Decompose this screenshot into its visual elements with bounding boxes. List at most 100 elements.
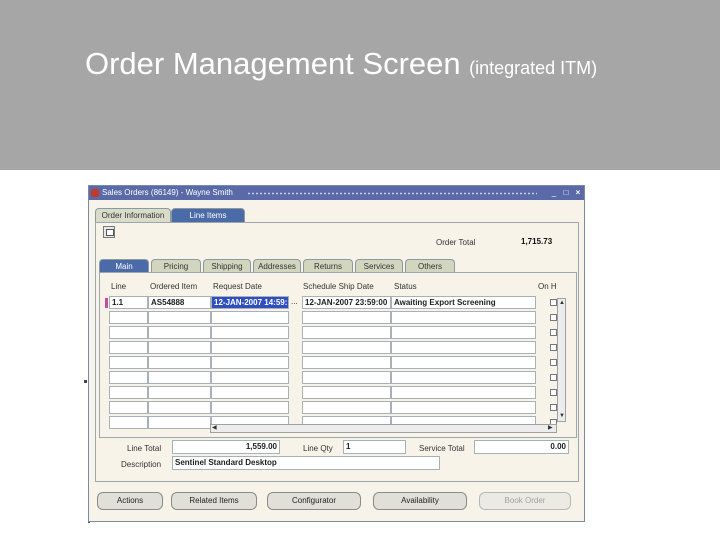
sales-orders-window: Sales Orders (86149) - Wayne Smith _ □ ×… xyxy=(88,185,585,522)
grid-cell-item[interactable] xyxy=(148,356,211,369)
grid-cell-item[interactable] xyxy=(148,401,211,414)
grid-cell-line[interactable] xyxy=(109,341,148,354)
tab-order-information[interactable]: Order Information xyxy=(95,208,171,222)
column-header-status: Status xyxy=(394,282,417,291)
tab-line-items[interactable]: Line Items xyxy=(171,208,245,222)
column-header-schedule-ship-date: Schedule Ship Date xyxy=(303,282,374,291)
grid-cell-item[interactable] xyxy=(148,371,211,384)
close-icon[interactable]: × xyxy=(573,188,583,198)
grid-cell-line[interactable] xyxy=(109,371,148,384)
actions-button[interactable]: Actions xyxy=(97,492,163,510)
slide-title-main: Order Management Screen xyxy=(85,46,461,81)
grid-cell-item[interactable] xyxy=(148,341,211,354)
grid-cell-line[interactable] xyxy=(109,386,148,399)
grid-cell-request-date[interactable] xyxy=(211,356,289,369)
grid-cell-status[interactable] xyxy=(391,311,536,324)
list-of-values-button[interactable]: ... xyxy=(291,297,298,306)
column-header-request-date: Request Date xyxy=(213,282,262,291)
window-title-bar[interactable]: Sales Orders (86149) - Wayne Smith _ □ × xyxy=(89,186,584,200)
grid-cell-item[interactable] xyxy=(148,416,211,429)
tab-returns[interactable]: Returns xyxy=(303,259,353,273)
grid-cell-status[interactable] xyxy=(391,401,536,414)
bullet-mark xyxy=(84,380,87,383)
on-hold-checkbox[interactable] xyxy=(550,389,557,396)
on-hold-checkbox[interactable] xyxy=(550,359,557,366)
tab-pricing[interactable]: Pricing xyxy=(151,259,201,273)
line-qty-label: Line Qty xyxy=(303,444,333,453)
current-row-indicator xyxy=(105,298,108,308)
configurator-button[interactable]: Configurator xyxy=(267,492,361,510)
on-hold-checkbox[interactable] xyxy=(550,329,557,336)
grid-cell-item[interactable] xyxy=(148,386,211,399)
book-order-button[interactable]: Book Order xyxy=(479,492,571,510)
column-header-ordered-item: Ordered Item xyxy=(150,282,198,291)
availability-button[interactable]: Availability xyxy=(373,492,467,510)
title-bar-pattern xyxy=(247,192,537,195)
grid-cell-ship-date[interactable] xyxy=(302,386,391,399)
grid-cell-ship-date[interactable]: 12-JAN-2007 23:59:00 xyxy=(302,296,391,309)
grid-cell-ship-date[interactable] xyxy=(302,326,391,339)
scroll-down-icon[interactable]: ▼ xyxy=(559,413,565,420)
window-title: Sales Orders (86149) - Wayne Smith xyxy=(102,188,233,197)
maximize-icon[interactable]: □ xyxy=(561,188,571,198)
scroll-right-icon[interactable]: ▶ xyxy=(548,425,553,432)
tab-shipping[interactable]: Shipping xyxy=(203,259,251,273)
grid-cell-status[interactable] xyxy=(391,326,536,339)
grid-cell-request-date[interactable] xyxy=(211,341,289,354)
grid-cell-status[interactable] xyxy=(391,371,536,384)
grid-cell-status[interactable] xyxy=(391,386,536,399)
grid-cell-ship-date[interactable] xyxy=(302,401,391,414)
grid-vertical-scrollbar[interactable]: ▲ ▼ xyxy=(557,298,566,422)
grid-cell-item[interactable]: AS54888 xyxy=(148,296,211,309)
on-hold-checkbox[interactable] xyxy=(550,404,557,411)
grid-cell-line[interactable] xyxy=(109,311,148,324)
grid-cell-request-date[interactable] xyxy=(211,401,289,414)
slide-title: Order Management Screen (integrated ITM) xyxy=(85,46,597,82)
grid-cell-ship-date[interactable] xyxy=(302,341,391,354)
column-header-line: Line xyxy=(111,282,127,291)
on-hold-checkbox[interactable] xyxy=(550,374,557,381)
tab-main[interactable]: Main xyxy=(99,259,149,273)
scroll-left-icon[interactable]: ◀ xyxy=(212,425,217,432)
tab-services[interactable]: Services xyxy=(355,259,403,273)
on-hold-checkbox[interactable] xyxy=(550,299,557,306)
oracle-app-icon xyxy=(91,189,99,197)
on-hold-checkbox[interactable] xyxy=(550,314,557,321)
order-total-label: Order Total xyxy=(436,238,476,247)
description-label: Description xyxy=(121,460,162,469)
grid-cell-line[interactable]: 1.1 xyxy=(109,296,148,309)
grid-cell-request-date[interactable] xyxy=(211,311,289,324)
grid-cell-status[interactable]: Awaiting Export Screening xyxy=(391,296,536,309)
service-total-field[interactable]: 0.00 xyxy=(474,440,569,454)
grid-cell-line[interactable] xyxy=(109,416,148,429)
minimize-icon[interactable]: _ xyxy=(549,188,559,198)
grid-horizontal-scrollbar[interactable]: ◀ ▶ xyxy=(210,424,557,433)
grid-cell-item[interactable] xyxy=(148,326,211,339)
grid-cell-request-date[interactable] xyxy=(211,386,289,399)
scroll-up-icon[interactable]: ▲ xyxy=(559,300,565,307)
slide-title-sub: (integrated ITM) xyxy=(469,58,598,78)
slide-banner: Order Management Screen (integrated ITM) xyxy=(0,0,720,170)
grid-cell-ship-date[interactable] xyxy=(302,371,391,384)
grid-cell-ship-date[interactable] xyxy=(302,356,391,369)
tab-others[interactable]: Others xyxy=(405,259,455,273)
column-header-on-hold: On H xyxy=(538,282,557,291)
related-items-button[interactable]: Related Items xyxy=(171,492,257,510)
grid-cell-line[interactable] xyxy=(109,401,148,414)
toolbar-edit-icon[interactable] xyxy=(103,226,115,238)
grid-cell-request-date[interactable]: 12-JAN-2007 14:59: xyxy=(211,296,289,309)
grid-cell-line[interactable] xyxy=(109,326,148,339)
on-hold-checkbox[interactable] xyxy=(550,344,557,351)
grid-cell-request-date[interactable] xyxy=(211,371,289,384)
grid-cell-status[interactable] xyxy=(391,341,536,354)
tab-addresses[interactable]: Addresses xyxy=(253,259,301,273)
line-total-field[interactable]: 1,559.00 xyxy=(172,440,280,454)
line-qty-field[interactable]: 1 xyxy=(343,440,406,454)
grid-cell-request-date[interactable] xyxy=(211,326,289,339)
grid-cell-ship-date[interactable] xyxy=(302,311,391,324)
order-total-value: 1,715.73 xyxy=(521,237,553,246)
grid-cell-status[interactable] xyxy=(391,356,536,369)
description-field[interactable]: Sentinel Standard Desktop xyxy=(172,456,440,470)
grid-cell-line[interactable] xyxy=(109,356,148,369)
grid-cell-item[interactable] xyxy=(148,311,211,324)
